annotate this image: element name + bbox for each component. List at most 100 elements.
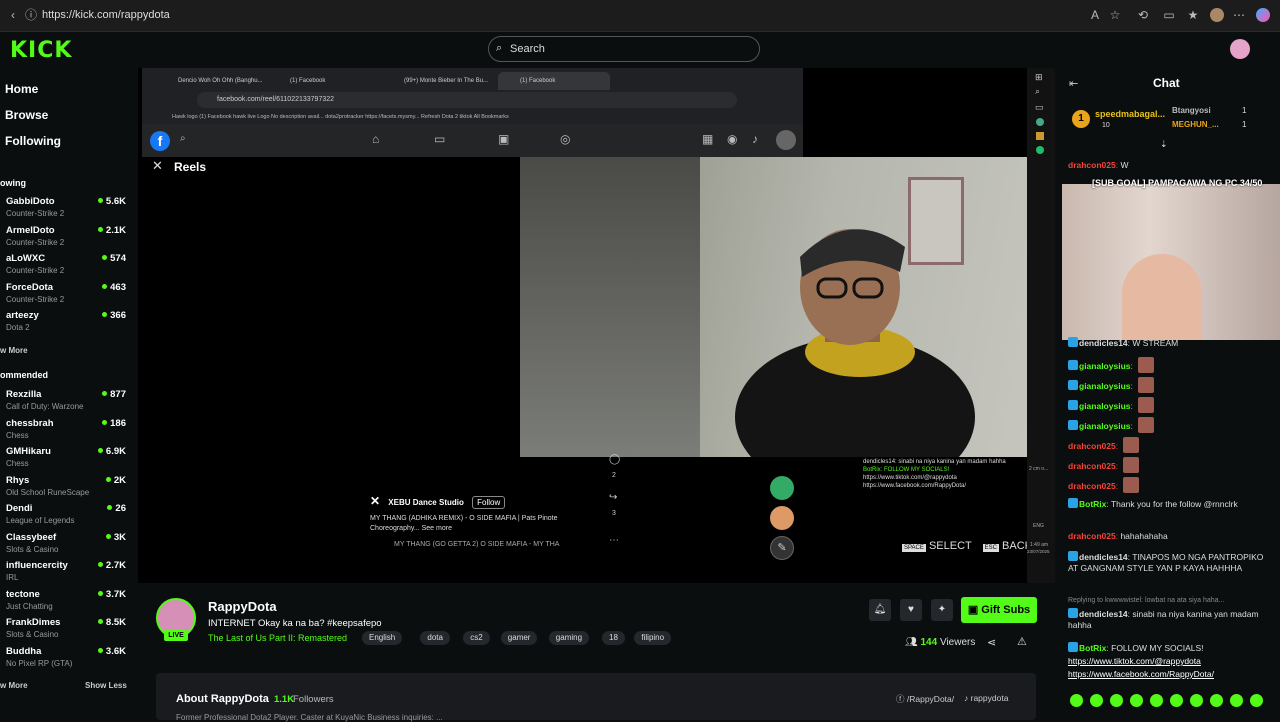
reels-label: Reels	[174, 160, 207, 174]
recommended-channel[interactable]: FrankDimes Slots & Casino 8.5K	[0, 617, 138, 643]
more-menu-icon[interactable]: ⋯	[1232, 8, 1246, 22]
recommended-channel[interactable]: GMHikaru Chess 6.9K	[0, 446, 138, 472]
emote-shortcut-icon[interactable]	[1190, 694, 1203, 707]
nav-browse[interactable]: Browse	[5, 108, 48, 122]
recommended-channel-viewers: 877	[102, 389, 126, 400]
emote-shortcut-icon[interactable]	[1110, 694, 1123, 707]
followers-count: 1.1K	[274, 694, 295, 705]
favorites-icon[interactable]: ★	[1186, 8, 1200, 22]
show-more-recommended[interactable]: w More	[0, 681, 28, 690]
webcam-shelf	[520, 157, 700, 457]
split-screen-icon[interactable]: ▭	[1162, 8, 1176, 22]
emote-shortcut-icon[interactable]	[1090, 694, 1103, 707]
user-badge-icon	[1068, 498, 1078, 508]
user-avatar[interactable]	[1230, 39, 1250, 59]
top-gifter-1-name[interactable]: speedmabagal...	[1095, 109, 1165, 119]
site-info-icon[interactable]: ⓘ	[24, 8, 38, 22]
favorite-star-icon[interactable]: ☆	[1108, 8, 1122, 22]
read-aloud-icon[interactable]: A	[1088, 8, 1102, 22]
chat-message: drahcon025:	[1068, 457, 1274, 474]
chat-username[interactable]: dendicles14	[1079, 609, 1128, 619]
chat-username[interactable]: dendicles14	[1079, 338, 1128, 348]
recommended-channel-viewers: 186	[102, 418, 126, 429]
tiktok-social-link[interactable]: ♪ rappydota	[964, 693, 1008, 703]
following-channel[interactable]: GabbiDoto Counter-Strike 2 5.6K	[0, 196, 138, 222]
pinned-expand-icon[interactable]: ⇣	[1160, 139, 1168, 150]
fb-home-icon: ⌂	[372, 132, 380, 146]
stream-tag[interactable]: filipino	[634, 631, 672, 645]
gift-subs-button[interactable]: ▣ Gift Subs	[961, 597, 1037, 623]
reel-caption: MY THANG (ADHIKA REMIX) - O SIDE MAFIA |…	[370, 515, 558, 532]
reel-author: XEBU Dance Studio	[388, 498, 464, 507]
recommended-channel[interactable]: Buddha No Pixel RP (GTA) 3.6K	[0, 646, 138, 672]
chat-username[interactable]: drahcon025	[1068, 441, 1116, 451]
streamer-name[interactable]: RappyDota	[208, 599, 277, 614]
show-less-button[interactable]: Show Less	[85, 681, 127, 690]
emote-shortcut-icon[interactable]	[1130, 694, 1143, 707]
facebook-social-link[interactable]: ⓕ /RappyDota/	[896, 693, 954, 705]
emote-shortcut-icon[interactable]	[1150, 694, 1163, 707]
search-input[interactable]: ⌕ Search	[488, 36, 760, 62]
emote-shortcut-icon[interactable]	[1250, 694, 1263, 707]
chat-username[interactable]: drahcon025	[1068, 160, 1116, 170]
stream-tag[interactable]: dota	[420, 631, 450, 645]
followers-label: Followers	[293, 694, 334, 705]
emote-shortcut-icon[interactable]	[1070, 694, 1083, 707]
stream-tag[interactable]: gaming	[548, 631, 590, 645]
stream-tag[interactable]: gamer	[500, 631, 538, 645]
sparkle-button[interactable]: ✦	[931, 599, 953, 621]
extensions-icon[interactable]: ⟲	[1136, 8, 1150, 22]
following-channel[interactable]: ForceDota Counter-Strike 2 463	[0, 282, 138, 308]
chat-username[interactable]: drahcon025	[1068, 531, 1116, 541]
live-dot-icon	[97, 619, 103, 624]
show-more-following[interactable]: w More	[0, 346, 28, 355]
report-icon[interactable]: ⚠	[1017, 635, 1027, 648]
follow-heart-button[interactable]: ♥	[900, 599, 922, 621]
recommended-channel[interactable]: tectone Just Chatting 3.7K	[0, 589, 138, 615]
chat-username[interactable]: BotRix	[1079, 643, 1106, 653]
nav-home[interactable]: Home	[5, 82, 38, 96]
following-channel-viewers: 574	[102, 253, 126, 264]
share-icon[interactable]: ⋖	[987, 636, 996, 649]
kick-logo[interactable]: KICK	[10, 38, 72, 63]
stream-tag[interactable]: English	[362, 631, 403, 645]
chat-username[interactable]: gianaloysius	[1079, 421, 1131, 431]
chat-username[interactable]: gianaloysius	[1079, 401, 1131, 411]
chat-username[interactable]: drahcon025	[1068, 461, 1116, 471]
following-heading: owing	[0, 178, 26, 188]
emote-shortcut-icon[interactable]	[1210, 694, 1223, 707]
facebook-chat-link[interactable]: https://www.facebook.com/RappyDota/	[1068, 669, 1214, 679]
stream-tag[interactable]: cs2	[463, 631, 490, 645]
emote-shortcut-icon[interactable]	[1170, 694, 1183, 707]
copilot-icon[interactable]	[1256, 8, 1270, 22]
profile-avatar-icon[interactable]	[1210, 8, 1224, 22]
chat-username[interactable]: BotRix	[1079, 499, 1106, 509]
following-channel[interactable]: arteezy Dota 2 366	[0, 310, 138, 336]
emote-shortcut-icon[interactable]	[1230, 694, 1243, 707]
stream-tag[interactable]: 18	[602, 631, 625, 645]
following-channel[interactable]: ArmelDoto Counter-Strike 2 2.1K	[0, 225, 138, 251]
url-field[interactable]: https://kick.com/rappydota	[42, 9, 170, 21]
recommended-channel[interactable]: Rhys Old School RuneScape 2K	[0, 475, 138, 501]
recommended-channel[interactable]: influencercity IRL 2.7K	[0, 560, 138, 586]
recommended-channel[interactable]: Dendi League of Legends 26	[0, 503, 138, 529]
recommended-channel[interactable]: Classybeef Slots & Casino 3K	[0, 532, 138, 558]
back-icon[interactable]: ‹	[6, 8, 20, 22]
nav-following[interactable]: Following	[5, 134, 61, 148]
chat-username[interactable]: gianaloysius	[1079, 361, 1131, 371]
stream-category[interactable]: The Last of Us Part II: Remastered	[208, 633, 347, 643]
chat-username[interactable]: dendicles14	[1079, 552, 1128, 562]
top-gifter-2-count: 1	[1242, 106, 1247, 115]
top-gifter-3-name[interactable]: MEGHUN_...	[1172, 120, 1219, 129]
recommended-viewer-count: 186	[110, 417, 126, 429]
chat-username[interactable]: drahcon025	[1068, 481, 1116, 491]
recommended-channel[interactable]: Rexzilla Call of Duty: Warzone 877	[0, 389, 138, 415]
collapse-chat-icon[interactable]: ⇤	[1069, 77, 1078, 90]
viewer-count: 👥︎ 144 Viewers	[905, 637, 975, 648]
chat-username[interactable]: gianaloysius	[1079, 381, 1131, 391]
top-gifter-2-name[interactable]: Btangyosi	[1172, 106, 1211, 115]
tiktok-chat-link[interactable]: https://www.tiktok.com/@rappydota	[1068, 656, 1201, 666]
recommended-channel[interactable]: chessbrah Chess 186	[0, 418, 138, 444]
following-channel[interactable]: aLoWXC Counter-Strike 2 574	[0, 253, 138, 279]
notification-bell-button[interactable]: 🔔︎	[869, 599, 891, 621]
